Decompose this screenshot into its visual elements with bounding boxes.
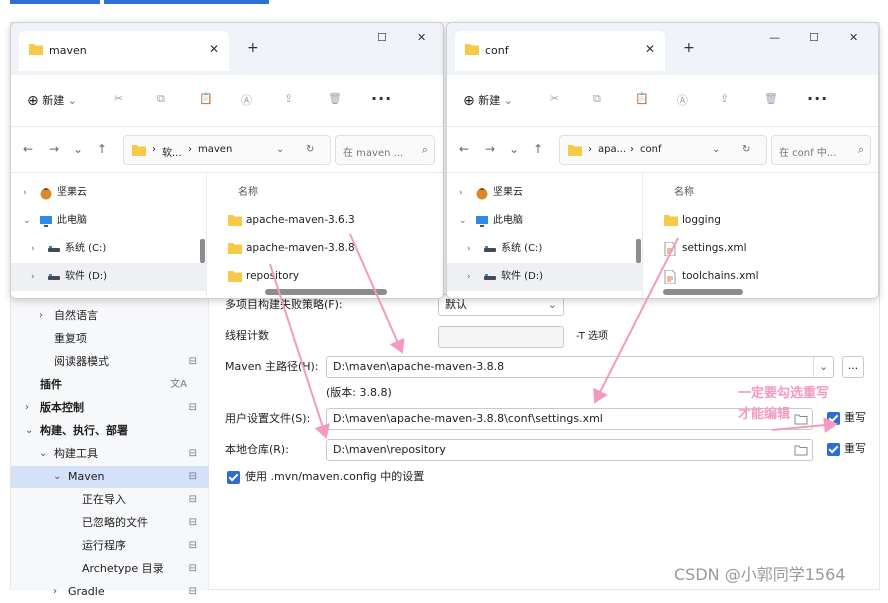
watermark: CSDN @小郭同学1564 (674, 565, 846, 584)
arrow-maven-home (349, 233, 405, 354)
annotation-line-1: 一定要勾选重写 (738, 386, 830, 401)
arrow-settings-xml (593, 237, 679, 404)
annotation-line-2: 才能编辑 (738, 407, 791, 422)
arrow-repository (269, 263, 330, 439)
annotation-arrows (269, 233, 838, 439)
